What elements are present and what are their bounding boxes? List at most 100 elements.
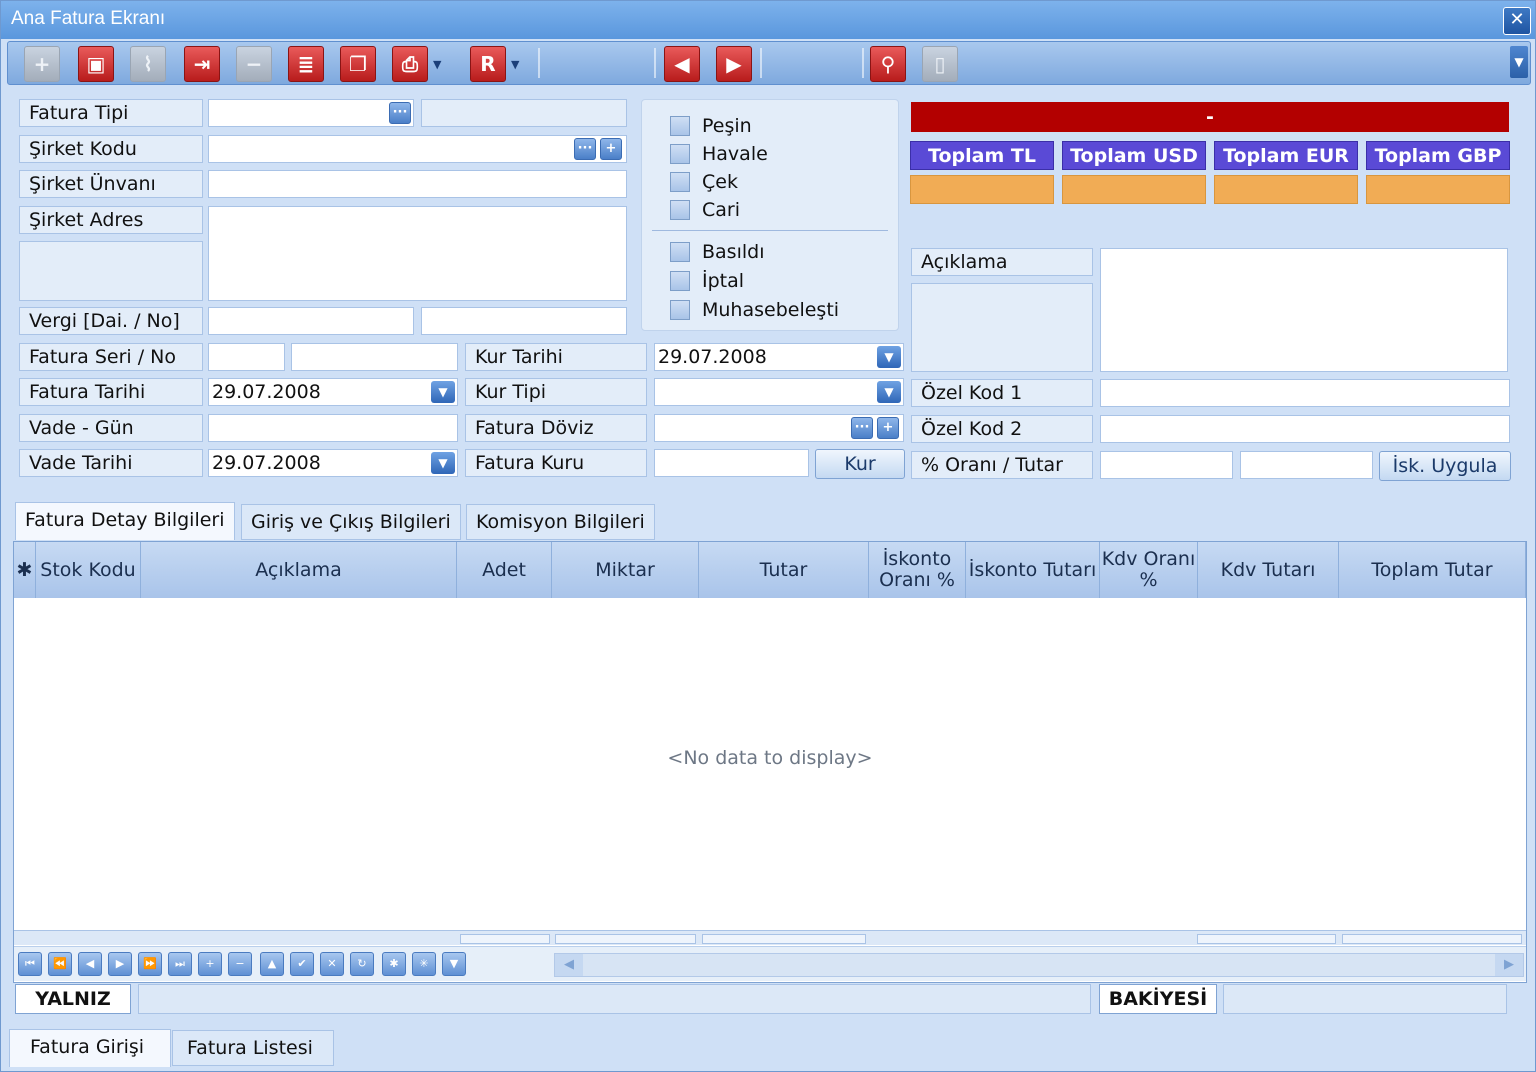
oran-tutar-label: % Oranı / Tutar: [911, 451, 1093, 479]
ozel-kod-1-label: Özel Kod 1: [911, 379, 1093, 407]
chevron-down-icon[interactable]: ▼: [431, 452, 455, 474]
sirket-adres-field[interactable]: [208, 206, 627, 301]
next-record-icon[interactable]: ▶: [108, 952, 132, 976]
save-icon[interactable]: ▣: [78, 46, 114, 82]
fatura-doviz-add-button[interactable]: +: [877, 417, 899, 439]
vade-tarihi-field[interactable]: 29.07.2008 ▼: [208, 449, 458, 477]
delete-icon[interactable]: −: [236, 46, 272, 82]
chevron-down-icon[interactable]: ▼: [877, 381, 901, 403]
kur-button[interactable]: Kur: [815, 449, 905, 479]
vade-gun-field[interactable]: [208, 414, 458, 442]
close-button[interactable]: ✕: [1503, 7, 1531, 35]
fatura-tipi-lookup-button[interactable]: ···: [389, 102, 411, 124]
append-icon[interactable]: +: [198, 952, 222, 976]
sirket-kodu-lookup-button[interactable]: ···: [574, 138, 596, 160]
ozel-kod-2-field[interactable]: [1100, 415, 1510, 443]
chevron-down-icon[interactable]: ▼: [431, 381, 455, 403]
next-page-icon[interactable]: ⏩: [138, 952, 162, 976]
fatura-no-field[interactable]: [291, 343, 458, 371]
print-icon[interactable]: ⎙: [392, 46, 428, 82]
fatura-tipi-field[interactable]: ···: [208, 99, 414, 127]
column-header[interactable]: Stok Kodu: [36, 542, 141, 598]
fatura-doviz-field[interactable]: ··· +: [654, 414, 904, 442]
attach-icon[interactable]: ⌇: [130, 46, 166, 82]
prev-page-icon[interactable]: ⏪: [48, 952, 72, 976]
post-icon[interactable]: ✔: [290, 952, 314, 976]
last-page-icon[interactable]: ⏭: [168, 952, 192, 976]
scroll-right-icon[interactable]: ▶: [1495, 954, 1523, 976]
fatura-doviz-lookup-button[interactable]: ···: [851, 417, 873, 439]
add-icon[interactable]: +: [24, 46, 60, 82]
horizontal-scrollbar[interactable]: ◀ ▶: [554, 953, 1524, 977]
chevron-down-icon[interactable]: ▼: [877, 346, 901, 368]
iskonto-tutar-field[interactable]: [1240, 451, 1373, 479]
next-icon[interactable]: ▶: [716, 46, 752, 82]
fatura-tarihi-field[interactable]: 29.07.2008 ▼: [208, 378, 458, 406]
column-header[interactable]: Kdv Tutarı: [1198, 542, 1339, 598]
footer-summary-cell: [1342, 934, 1522, 944]
fatura-kuru-field[interactable]: [654, 449, 809, 477]
report-dropdown-arrow[interactable]: ▼: [511, 58, 519, 71]
cancel-icon[interactable]: ✕: [320, 952, 344, 976]
refresh-icon[interactable]: ↻: [350, 952, 374, 976]
sirket-kodu-add-button[interactable]: +: [600, 138, 622, 160]
tab-fatura-girisi[interactable]: Fatura Girişi: [9, 1029, 171, 1067]
checkbox-box[interactable]: [670, 172, 690, 192]
export-icon[interactable]: ⇥: [184, 46, 220, 82]
tab-giris-cikis[interactable]: Giriş ve Çıkış Bilgileri: [241, 504, 461, 540]
column-header[interactable]: İskonto Oranı %: [869, 542, 966, 598]
ozel-kod-1-field[interactable]: [1100, 379, 1510, 407]
fatura-seri-no-label: Fatura Seri / No: [19, 343, 203, 371]
previous-icon[interactable]: ◀: [664, 46, 700, 82]
filter-icon[interactable]: ▼: [442, 952, 466, 976]
yalniz-value: [138, 984, 1091, 1014]
checkbox-box[interactable]: [670, 144, 690, 164]
column-header[interactable]: Toplam Tutar: [1339, 542, 1526, 598]
checkbox-box[interactable]: [670, 116, 690, 136]
row-indicator-header: ✱: [14, 542, 36, 598]
vergi-dairesi-field[interactable]: [208, 307, 414, 335]
checkbox-box[interactable]: [670, 242, 690, 262]
toolbar-options-icon[interactable]: ▼: [1510, 46, 1528, 78]
column-header[interactable]: Kdv Oranı %: [1100, 542, 1198, 598]
edit-icon[interactable]: ▲: [260, 952, 284, 976]
sirket-unvani-field[interactable]: [208, 170, 627, 198]
kur-tipi-select[interactable]: ▼: [654, 378, 904, 406]
tab-fatura-listesi[interactable]: Fatura Listesi: [172, 1030, 334, 1066]
column-header[interactable]: Miktar: [552, 542, 699, 598]
sirket-adres-label: Şirket Adres: [19, 206, 203, 234]
remove-icon[interactable]: −: [228, 952, 252, 976]
tab-komisyon[interactable]: Komisyon Bilgileri: [466, 504, 655, 540]
document-icon[interactable]: ≣: [288, 46, 324, 82]
goto-bookmark-icon[interactable]: ✳: [412, 952, 436, 976]
grid-header: ✱ Stok Kodu Açıklama Adet Miktar Tutar İ…: [14, 542, 1526, 598]
vergi-no-field[interactable]: [421, 307, 627, 335]
exit-icon[interactable]: ▯: [922, 46, 958, 82]
column-header[interactable]: Tutar: [699, 542, 869, 598]
iskonto-oran-field[interactable]: [1100, 451, 1233, 479]
fatura-doviz-label: Fatura Döviz: [465, 414, 647, 442]
toolbar-separator: [862, 48, 864, 78]
checkbox-box[interactable]: [670, 271, 690, 291]
tab-fatura-detay[interactable]: Fatura Detay Bilgileri: [15, 502, 235, 540]
prev-record-icon[interactable]: ◀: [78, 952, 102, 976]
sirket-kodu-field[interactable]: ··· +: [208, 135, 627, 163]
find-icon[interactable]: ⚲: [870, 46, 906, 82]
checkbox-box[interactable]: [670, 200, 690, 220]
column-header[interactable]: Adet: [457, 542, 552, 598]
checkbox-box[interactable]: [670, 300, 690, 320]
report-icon[interactable]: R: [470, 46, 506, 82]
kur-tarihi-field[interactable]: 29.07.2008 ▼: [654, 343, 904, 371]
aciklama-field[interactable]: [1100, 248, 1508, 372]
aciklama-label-extension: [911, 283, 1093, 372]
copy-icon[interactable]: ❐: [340, 46, 376, 82]
print-dropdown-arrow[interactable]: ▼: [433, 58, 441, 71]
isk-uygula-button[interactable]: İsk. Uygula: [1379, 451, 1511, 481]
first-page-icon[interactable]: ⏮: [18, 952, 42, 976]
bookmark-icon[interactable]: ✱: [382, 952, 406, 976]
column-header[interactable]: Açıklama: [141, 542, 457, 598]
fatura-seri-field[interactable]: [208, 343, 285, 371]
column-header[interactable]: İskonto Tutarı: [966, 542, 1100, 598]
scroll-left-icon[interactable]: ◀: [555, 954, 583, 976]
footer-summary-cell: [1197, 934, 1336, 944]
